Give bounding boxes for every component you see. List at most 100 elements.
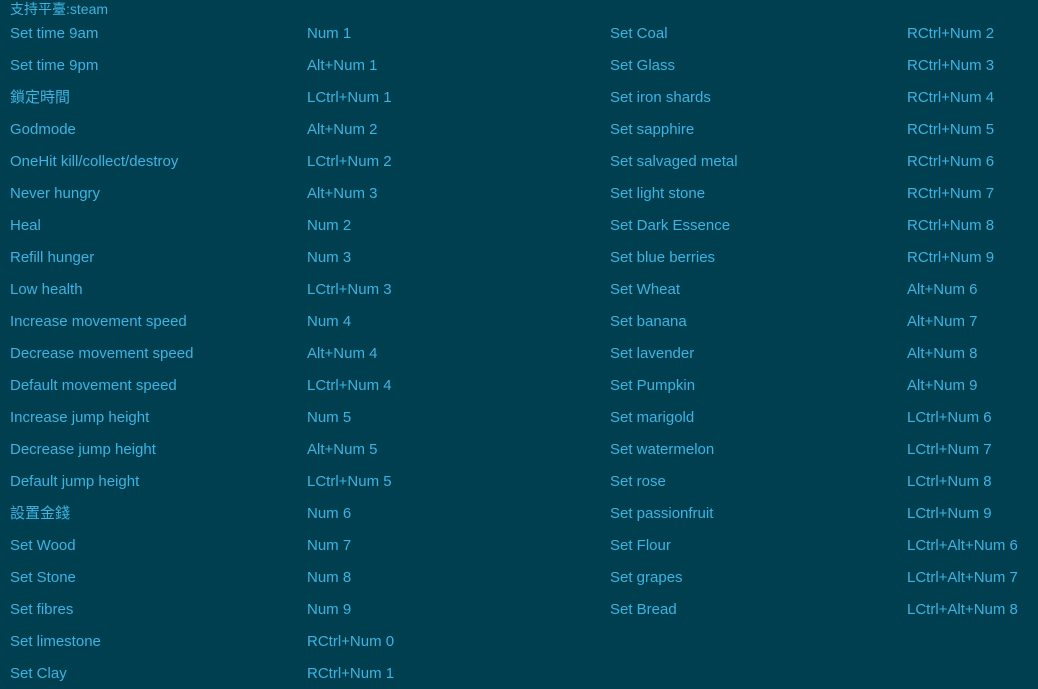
cheat-name: Set Coal: [610, 25, 668, 42]
hotkey-row: Set Bread LCtrl+Alt+Num 8: [610, 594, 1038, 626]
hotkey-row: Set Stone Num 8: [10, 562, 600, 594]
hotkey-binding: Alt+Num 8: [907, 345, 978, 362]
hotkey-binding: Num 6: [307, 505, 352, 522]
hotkey-row: Decrease jump height Alt+Num 5: [10, 434, 600, 466]
cheat-name: Set time 9am: [10, 25, 99, 42]
hotkey-binding: Num 5: [307, 409, 352, 426]
hotkey-binding: LCtrl+Num 5: [307, 473, 392, 490]
hotkey-binding: Alt+Num 7: [907, 313, 978, 330]
hotkey-binding: RCtrl+Num 7: [907, 185, 995, 202]
hotkey-row: Refill hunger Num 3: [10, 242, 600, 274]
platform-support-label: 支持平臺:steam: [10, 1, 109, 17]
hotkey-binding: LCtrl+Num 7: [907, 441, 992, 458]
cheat-name: Godmode: [10, 121, 76, 138]
hotkey-row: Set time 9pm Alt+Num 1: [10, 50, 600, 82]
cheat-name: Set Wood: [10, 537, 76, 554]
hotkey-binding: RCtrl+Num 6: [907, 153, 995, 170]
cheat-name: Set banana: [610, 313, 687, 330]
hotkey-row: Set iron shards RCtrl+Num 4: [610, 82, 1038, 114]
hotkey-binding: Num 9: [307, 601, 352, 618]
hotkey-binding: LCtrl+Num 4: [307, 377, 392, 394]
hotkey-binding: Num 8: [307, 569, 352, 586]
hotkey-row: Set passionfruit LCtrl+Num 9: [610, 498, 1038, 530]
hotkey-binding: RCtrl+Num 3: [907, 57, 995, 74]
hotkey-row: Set sapphire RCtrl+Num 5: [610, 114, 1038, 146]
cheat-name: Decrease movement speed: [10, 345, 194, 362]
hotkey-binding: LCtrl+Num 6: [907, 409, 992, 426]
hotkey-binding: LCtrl+Num 1: [307, 89, 392, 106]
hotkey-row: Set Pumpkin Alt+Num 9: [610, 370, 1038, 402]
hotkey-row: Set Glass RCtrl+Num 3: [610, 50, 1038, 82]
hotkey-row: Increase jump height Num 5: [10, 402, 600, 434]
cheat-name: Set iron shards: [610, 89, 711, 106]
hotkey-binding: LCtrl+Num 3: [307, 281, 392, 298]
hotkey-row: Low health LCtrl+Num 3: [10, 274, 600, 306]
cheat-name: Default jump height: [10, 473, 140, 490]
cheat-name: Low health: [10, 281, 83, 298]
hotkey-row: Increase movement speed Num 4: [10, 306, 600, 338]
hotkey-row: Set watermelon LCtrl+Num 7: [610, 434, 1038, 466]
cheat-name: Set passionfruit: [610, 505, 714, 522]
cheat-name: Set Clay: [10, 665, 67, 682]
hotkey-row: Set blue berries RCtrl+Num 9: [610, 242, 1038, 274]
hotkey-row: Set Wheat Alt+Num 6: [610, 274, 1038, 306]
hotkey-row: Set fibres Num 9: [10, 594, 600, 626]
cheat-name: Set fibres: [10, 601, 74, 618]
cheat-name: Set rose: [610, 473, 666, 490]
cheat-name: Set light stone: [610, 185, 706, 202]
hotkey-row: Decrease movement speed Alt+Num 4: [10, 338, 600, 370]
hotkey-row: Set grapes LCtrl+Alt+Num 7: [610, 562, 1038, 594]
hotkey-binding: LCtrl+Num 9: [907, 505, 992, 522]
hotkey-binding: Alt+Num 1: [307, 57, 378, 74]
hotkey-row: OneHit kill/collect/destroy LCtrl+Num 2: [10, 146, 600, 178]
cheat-name: Never hungry: [10, 185, 101, 202]
hotkey-binding: Alt+Num 6: [907, 281, 978, 298]
cheat-name: Set lavender: [610, 345, 695, 362]
cheat-name: Set Stone: [10, 569, 76, 586]
cheat-name: Set Glass: [610, 57, 676, 74]
cheat-name: Set Dark Essence: [610, 217, 731, 234]
hotkey-binding: LCtrl+Num 8: [907, 473, 992, 490]
cheat-name: Heal: [10, 217, 41, 234]
hotkey-binding: RCtrl+Num 5: [907, 121, 995, 138]
cheat-name: 設置金錢: [10, 505, 71, 522]
hotkey-list-left: Set time 9am Num 1 Set time 9pm Alt+Num 1 鎖定…: [10, 18, 600, 689]
hotkey-row: Set Flour LCtrl+Alt+Num 6: [610, 530, 1038, 562]
hotkey-binding: RCtrl+Num 4: [907, 89, 995, 106]
cheat-name: Set Flour: [610, 537, 671, 554]
hotkey-binding: Alt+Num 4: [307, 345, 378, 362]
hotkey-binding: LCtrl+Alt+Num 8: [907, 601, 1018, 618]
hotkey-binding: Alt+Num 2: [307, 121, 378, 138]
cheat-name: Refill hunger: [10, 249, 95, 266]
cheat-name: Set watermelon: [610, 441, 715, 458]
hotkey-row: Set salvaged metal RCtrl+Num 6: [610, 146, 1038, 178]
cheat-name: Set sapphire: [610, 121, 695, 138]
hotkey-row: Set Wood Num 7: [10, 530, 600, 562]
hotkey-binding: Num 4: [307, 313, 352, 330]
cheat-name: Set Wheat: [610, 281, 681, 298]
hotkey-row: Default movement speed LCtrl+Num 4: [10, 370, 600, 402]
cheat-name: 鎖定時間: [10, 89, 71, 106]
hotkey-row: Set Coal RCtrl+Num 2: [610, 18, 1038, 50]
hotkey-binding: RCtrl+Num 9: [907, 249, 995, 266]
hotkey-binding: LCtrl+Num 2: [307, 153, 392, 170]
cheat-name: Set grapes: [610, 569, 683, 586]
hotkey-binding: RCtrl+Num 0: [307, 633, 395, 650]
hotkey-row: Set Clay RCtrl+Num 1: [10, 658, 600, 689]
cheat-name: Set time 9pm: [10, 57, 99, 74]
hotkey-row: 鎖定時間 LCtrl+Num 1: [10, 82, 600, 114]
hotkey-row: Set marigold LCtrl+Num 6: [610, 402, 1038, 434]
hotkey-binding: Num 7: [307, 537, 352, 554]
hotkey-binding: RCtrl+Num 2: [907, 25, 995, 42]
hotkey-row: Heal Num 2: [10, 210, 600, 242]
cheat-name: Set blue berries: [610, 249, 716, 266]
hotkey-row: Set time 9am Num 1: [10, 18, 600, 50]
hotkey-row: Set lavender Alt+Num 8: [610, 338, 1038, 370]
cheat-name: Increase jump height: [10, 409, 150, 426]
hotkey-binding: Num 2: [307, 217, 352, 234]
hotkey-row: Set rose LCtrl+Num 8: [610, 466, 1038, 498]
cheat-name: Default movement speed: [10, 377, 177, 394]
cheat-name: Increase movement speed: [10, 313, 187, 330]
cheat-name: Set limestone: [10, 633, 101, 650]
hotkey-row: 設置金錢 Num 6: [10, 498, 600, 530]
